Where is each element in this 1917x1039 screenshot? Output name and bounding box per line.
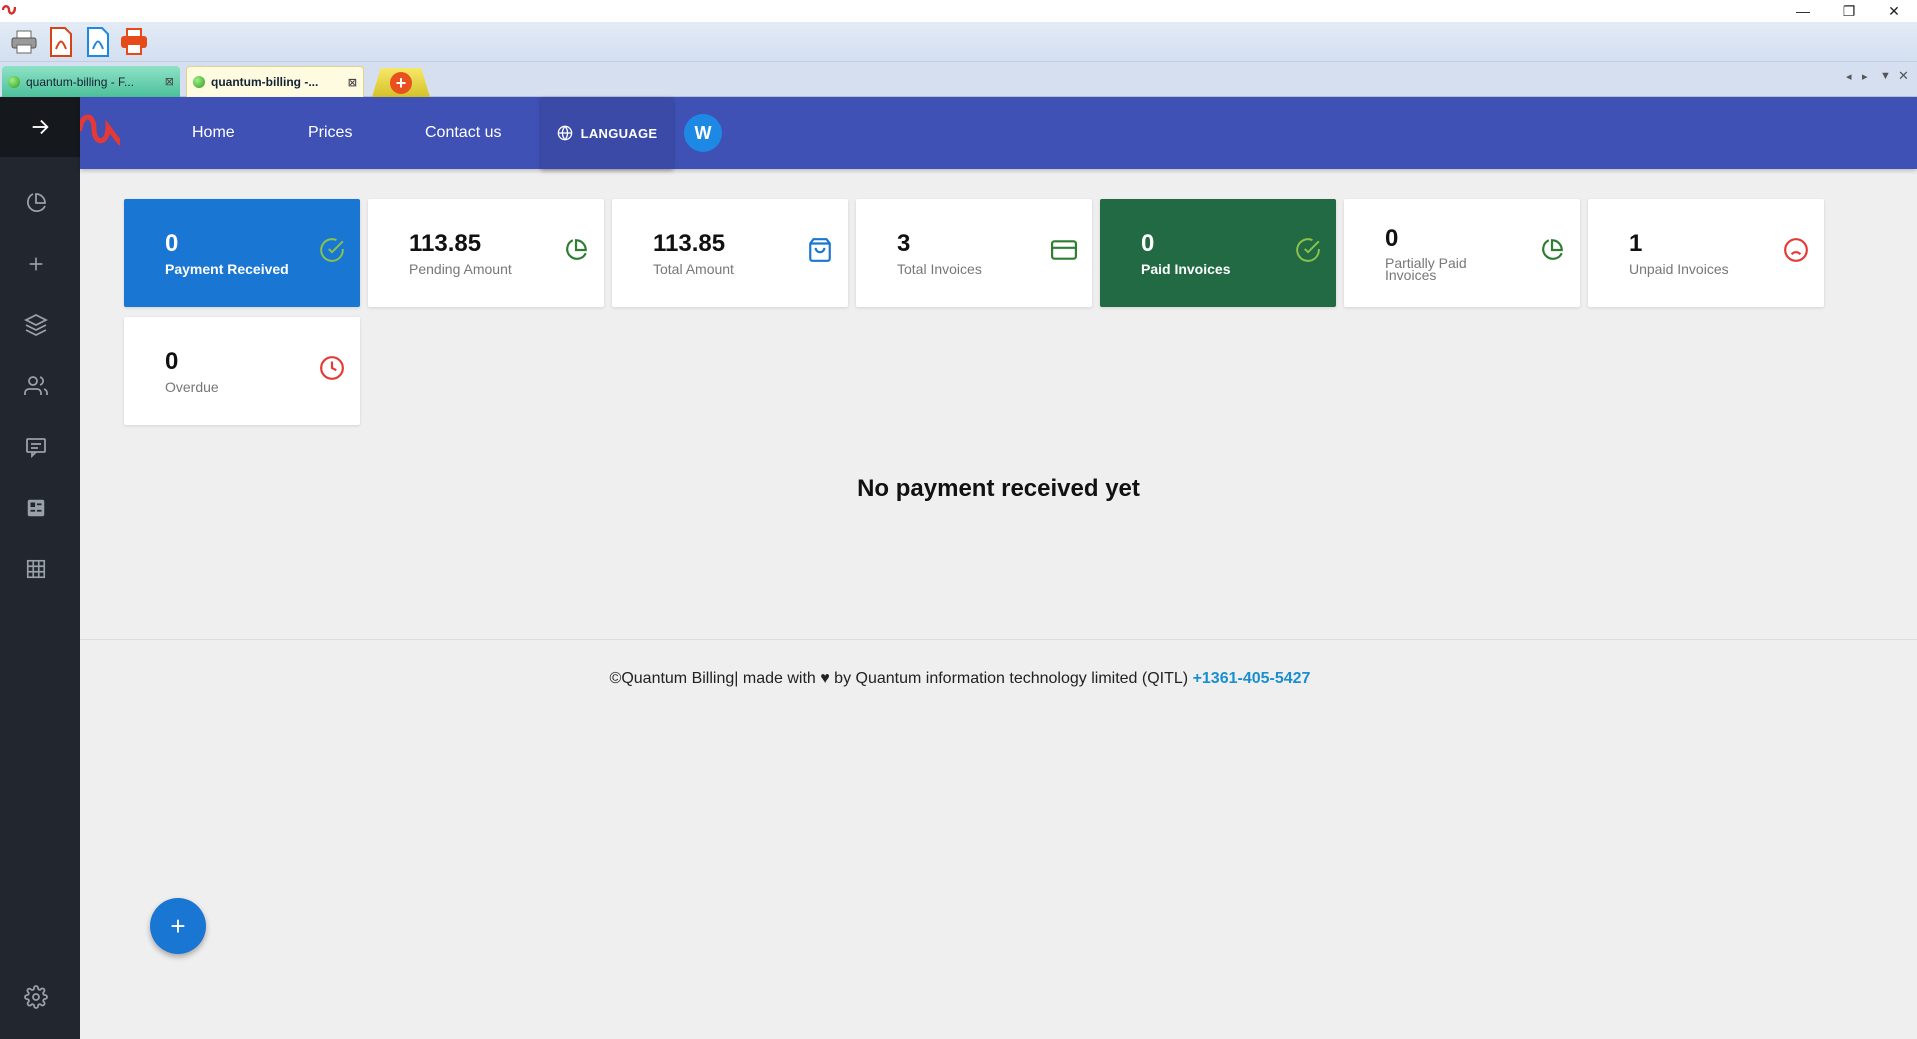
card-label: Paid Invoices xyxy=(1141,261,1231,277)
tab-favicon-icon xyxy=(8,75,20,88)
card-label: Total Amount xyxy=(653,261,734,277)
quantum-logo-icon[interactable] xyxy=(80,109,120,149)
sidebar-item-settings[interactable] xyxy=(22,983,50,1011)
sidebar-item-create[interactable] xyxy=(22,250,50,278)
card-label: Total Invoices xyxy=(897,261,982,277)
pdf-icon xyxy=(50,27,72,57)
browser-tab-1[interactable]: quantum-billing - F... ⊠ xyxy=(2,66,180,97)
app-logo-icon xyxy=(2,5,16,15)
top-navigation: Home Prices Contact us LANGUAGE W xyxy=(80,97,1917,169)
clock-icon xyxy=(320,356,344,380)
message-icon xyxy=(26,438,46,459)
tab-close-icon[interactable]: ⊠ xyxy=(165,75,174,88)
card-label: Payment Received xyxy=(165,261,289,277)
footer: ©Quantum Billing| made with ♥ by Quantum… xyxy=(80,670,1840,688)
tab-scroll-right-icon[interactable]: ▸ xyxy=(1862,70,1868,83)
sidebar-item-reports[interactable] xyxy=(22,555,50,583)
shopping-bag-icon xyxy=(809,238,831,262)
sidebar xyxy=(0,97,80,1039)
sidebar-item-invoices[interactable] xyxy=(22,494,50,522)
footer-text: ©Quantum Billing| made with ♥ by Quantum… xyxy=(609,670,1189,687)
invoice-icon xyxy=(27,499,45,517)
tab-label: quantum-billing - F... xyxy=(26,74,135,89)
pdf-blue-icon xyxy=(87,27,109,57)
sidebar-item-messages[interactable] xyxy=(22,433,50,461)
card-value: 1 xyxy=(1629,230,1643,257)
globe-icon xyxy=(557,125,572,141)
close-tab-icon[interactable]: ✕ xyxy=(1898,68,1909,84)
browser-tab-bar: quantum-billing - F... ⊠ quantum-billing… xyxy=(0,62,1917,97)
nav-contact-link[interactable]: Contact us xyxy=(425,97,501,169)
window-title-bar: — ❐ ✕ xyxy=(0,0,1917,22)
card-total-amount[interactable]: 113.85 Total Amount xyxy=(612,199,848,307)
sidebar-item-products[interactable] xyxy=(22,311,50,339)
card-value: 113.85 xyxy=(653,230,726,257)
card-label: Unpaid Invoices xyxy=(1629,261,1729,277)
language-label: LANGUAGE xyxy=(580,125,658,141)
frown-icon xyxy=(1784,238,1808,262)
card-partially-paid-invoices[interactable]: 0 Partially Paid Invoices xyxy=(1344,199,1580,307)
footer-divider xyxy=(80,639,1917,640)
new-tab-button[interactable]: + xyxy=(372,68,430,97)
sidebar-item-clients[interactable] xyxy=(22,372,50,400)
check-circle-icon xyxy=(1296,238,1320,262)
tab-favicon-icon xyxy=(193,76,205,88)
language-button[interactable]: LANGUAGE xyxy=(541,97,673,169)
card-label: Overdue xyxy=(165,379,219,395)
card-value: 113.85 xyxy=(409,230,482,257)
pdf-export-button[interactable] xyxy=(45,25,77,59)
card-value: 0 xyxy=(165,230,179,257)
arrow-right-icon xyxy=(32,119,49,135)
quick-print-button[interactable] xyxy=(118,25,150,59)
grid-icon xyxy=(26,559,46,579)
card-pending-amount[interactable]: 113.85 Pending Amount xyxy=(368,199,604,307)
pdf-open-button[interactable] xyxy=(82,25,114,59)
card-value: 0 xyxy=(1141,230,1155,257)
add-fab-button[interactable]: + xyxy=(150,898,206,954)
sidebar-item-dashboard[interactable] xyxy=(22,189,50,217)
card-unpaid-invoices[interactable]: 1 Unpaid Invoices xyxy=(1588,199,1824,307)
pie-chart-icon xyxy=(1542,239,1563,260)
plus-icon: + xyxy=(390,71,412,94)
pie-chart-icon xyxy=(566,239,587,260)
maximize-button[interactable]: ❐ xyxy=(1826,0,1872,22)
user-avatar[interactable]: W xyxy=(684,114,722,152)
card-value: 0 xyxy=(1385,225,1399,252)
nav-home-link[interactable]: Home xyxy=(192,97,235,169)
card-label: Partially Paid Invoices xyxy=(1385,255,1467,283)
users-icon xyxy=(24,376,48,395)
card-overdue[interactable]: 0 Overdue xyxy=(124,317,360,425)
plus-icon xyxy=(29,257,43,271)
empty-state-message: No payment received yet xyxy=(857,475,1140,502)
settings-icon xyxy=(24,985,48,1009)
tab-scroll-left-icon[interactable]: ◂ xyxy=(1846,70,1852,83)
close-window-button[interactable]: ✕ xyxy=(1871,0,1917,22)
nav-prices-link[interactable]: Prices xyxy=(308,97,352,169)
minimize-button[interactable]: — xyxy=(1780,0,1826,22)
browser-tab-2[interactable]: quantum-billing -... ⊠ xyxy=(186,66,364,97)
printer-icon xyxy=(11,30,37,54)
card-payment-received[interactable]: 0 Payment Received xyxy=(124,199,360,307)
credit-card-icon xyxy=(1051,240,1077,260)
tab-close-icon[interactable]: ⊠ xyxy=(348,76,357,89)
printer-orange-icon xyxy=(121,28,147,55)
tab-label: quantum-billing -... xyxy=(211,75,319,89)
card-paid-invoices[interactable]: 0 Paid Invoices xyxy=(1100,199,1336,307)
layers-icon xyxy=(24,313,48,337)
check-circle-icon xyxy=(320,238,344,262)
sidebar-expand-button[interactable] xyxy=(0,97,80,157)
tab-list-icon[interactable]: ▼ xyxy=(1880,70,1891,82)
card-total-invoices[interactable]: 3 Total Invoices xyxy=(856,199,1092,307)
browser-toolbar xyxy=(0,22,1917,62)
print-button[interactable] xyxy=(8,25,40,59)
pie-chart-icon xyxy=(26,193,46,213)
card-value: 3 xyxy=(897,230,911,257)
card-value: 0 xyxy=(165,348,179,375)
card-label: Pending Amount xyxy=(409,261,512,277)
footer-phone-link[interactable]: +1361-405-5427 xyxy=(1193,670,1311,687)
